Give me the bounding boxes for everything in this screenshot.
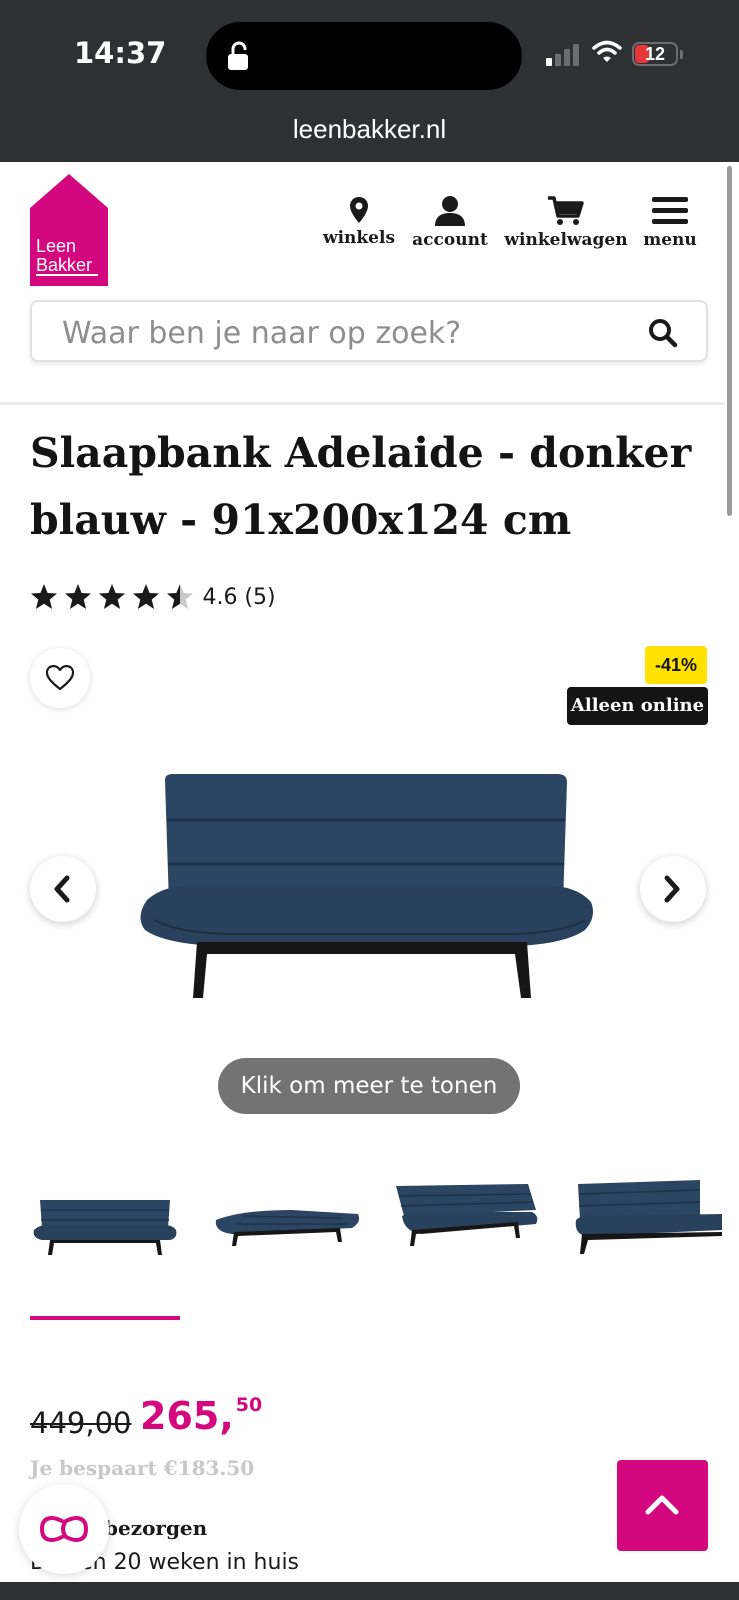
chevron-up-icon: [645, 1495, 679, 1515]
nav-winkelwagen[interactable]: winkelwagen: [500, 196, 632, 266]
wifi-icon: [592, 40, 622, 62]
scroll-to-top-button[interactable]: [617, 1460, 708, 1551]
nav-menu[interactable]: menu: [636, 196, 704, 266]
gallery-prev-button[interactable]: [30, 856, 96, 922]
product-title: Slaapbank Adelaide - donker blauw - 91x2…: [30, 429, 692, 544]
cart-icon: [548, 196, 584, 225]
logo-line2: Bakker: [36, 255, 92, 275]
new-price-main: 265,: [140, 1394, 234, 1438]
discount-badge: -41%: [645, 646, 707, 684]
delivery-title: bezorgen: [104, 1516, 208, 1540]
browser-url-bar[interactable]: leenbakker.nl: [0, 110, 739, 162]
online-only-badge: Alleen online: [567, 687, 708, 725]
show-more-button[interactable]: Klik om meer te tonen: [218, 1058, 520, 1114]
gallery-next-button[interactable]: [640, 856, 706, 922]
battery-level: 12: [644, 44, 666, 64]
thumbnail-4[interactable]: [572, 1180, 722, 1280]
location-pin-icon: [350, 197, 368, 223]
old-price: 449,00: [30, 1406, 132, 1440]
user-icon: [435, 196, 465, 226]
new-price-cents: 50: [235, 1394, 263, 1416]
search-icon[interactable]: [648, 318, 678, 348]
new-price: 265, 50: [140, 1394, 262, 1438]
savings-text: Je bespaart €183.50: [30, 1456, 255, 1480]
nav-account-label: account: [412, 230, 488, 250]
unlock-icon: [228, 41, 248, 70]
favorite-button[interactable]: [30, 648, 90, 708]
chevron-left-icon: [54, 875, 70, 903]
product-rating[interactable]: 4.6 (5): [30, 582, 276, 614]
status-bar: 14:37 12: [0, 0, 739, 110]
rating-stars-icon: [31, 584, 193, 609]
chevron-right-icon: [664, 875, 680, 903]
product-image[interactable]: [135, 772, 601, 1002]
thumbnail-2[interactable]: [212, 1180, 362, 1280]
signal-icon: [546, 44, 579, 66]
chat-button[interactable]: [19, 1484, 109, 1574]
nav-winkelwagen-label: winkelwagen: [504, 230, 628, 250]
search-input[interactable]: [62, 316, 622, 350]
search-bar: [30, 300, 708, 362]
bottom-browser-bar: [0, 1582, 739, 1600]
thumbnail-3[interactable]: [392, 1180, 542, 1280]
thumbnail-1[interactable]: [30, 1180, 180, 1280]
chat-icon: [40, 1516, 88, 1542]
dynamic-island: [206, 22, 522, 90]
thumbnail-active-indicator: [30, 1316, 180, 1320]
nav-account[interactable]: account: [408, 196, 492, 266]
heart-icon: [46, 665, 74, 691]
nav-menu-label: menu: [643, 230, 697, 250]
url-text: leenbakker.nl: [292, 114, 447, 144]
nav-winkels[interactable]: winkels: [316, 196, 402, 266]
status-time: 14:37: [74, 36, 167, 70]
header-divider: [0, 402, 725, 405]
battery-icon: 12: [632, 42, 678, 66]
nav-winkels-label: winkels: [322, 228, 396, 248]
logo-line1: Leen: [36, 236, 76, 256]
page-scrollbar[interactable]: [727, 166, 732, 516]
leen-bakker-logo[interactable]: Leen Bakker: [30, 174, 108, 286]
hamburger-menu-icon: [652, 197, 688, 224]
rating-text: 4.6 (5): [202, 584, 276, 610]
